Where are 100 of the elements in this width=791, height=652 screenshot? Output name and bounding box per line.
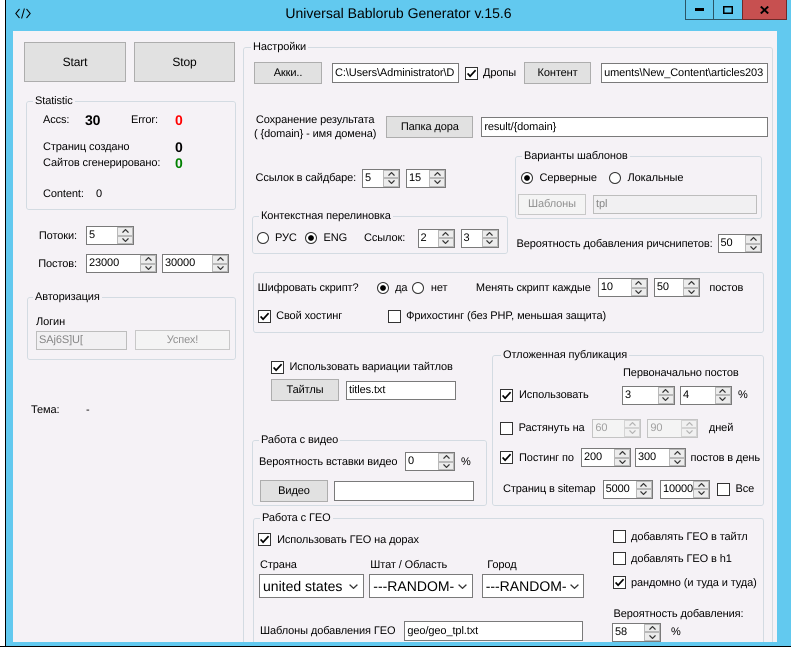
spin-down-button[interactable] xyxy=(383,178,399,186)
number-spinner[interactable]: 10000 xyxy=(660,480,710,498)
spin-up-button[interactable] xyxy=(383,170,399,178)
folder-button[interactable]: Папка дора xyxy=(386,116,474,138)
path-field[interactable]: C:\Users\Administrator\D xyxy=(332,63,459,83)
spin-up-button[interactable] xyxy=(614,449,630,458)
chevron-down-icon xyxy=(434,180,440,184)
field-label: Вероятность добавления: xyxy=(614,606,744,621)
spin-up-button[interactable] xyxy=(140,255,156,264)
dropdown[interactable]: united states xyxy=(259,574,364,598)
spin-down-button[interactable] xyxy=(636,489,652,498)
dropdown[interactable]: ---RANDOM- xyxy=(482,574,584,598)
chevron-up-icon xyxy=(648,626,656,630)
stat-label: Accs: xyxy=(43,113,70,127)
chevron-down-icon xyxy=(349,584,358,589)
path-field[interactable]: titles.txt xyxy=(346,380,456,400)
titles-button[interactable]: Тайтлы xyxy=(271,379,339,401)
spin-up-button[interactable] xyxy=(429,170,445,178)
radio-button[interactable] xyxy=(521,172,533,184)
path-field[interactable]: uments\New_Content\articles203 xyxy=(601,63,768,83)
number-spinner[interactable]: 200 xyxy=(581,448,631,467)
checkbox[interactable] xyxy=(500,388,513,402)
checkbox[interactable] xyxy=(500,451,513,464)
checkbox[interactable] xyxy=(716,482,730,496)
spin-up-button[interactable] xyxy=(482,230,498,238)
radio-button[interactable] xyxy=(412,282,424,294)
spin-up-button[interactable] xyxy=(117,227,133,236)
content-button[interactable]: Контент xyxy=(524,62,592,84)
spin-down-button[interactable] xyxy=(482,238,498,246)
radio-button[interactable] xyxy=(305,232,317,244)
number-spinner[interactable]: 3 xyxy=(622,386,675,404)
spin-down-button[interactable] xyxy=(714,395,731,404)
path-field[interactable]: result/{domain} xyxy=(481,117,768,137)
spin-up-button[interactable] xyxy=(644,624,660,632)
spin-down-button[interactable] xyxy=(693,489,709,498)
spin-down-button[interactable] xyxy=(658,395,674,404)
spin-down-button[interactable] xyxy=(429,178,445,186)
chevron-up-icon xyxy=(628,422,636,426)
chevron-up-icon xyxy=(618,451,626,456)
number-spinner[interactable]: 5 xyxy=(86,226,134,245)
start-button[interactable]: Start xyxy=(24,42,126,82)
chevron-up-icon xyxy=(442,232,449,236)
checkbox[interactable] xyxy=(258,310,271,322)
chevron-down-icon xyxy=(640,491,648,496)
number-spinner[interactable]: 5000 xyxy=(602,480,653,498)
checkbox[interactable] xyxy=(612,576,626,590)
spin-down-button[interactable] xyxy=(438,238,454,246)
dropdown[interactable]: ---RANDOM- xyxy=(369,574,473,598)
chevron-down-icon xyxy=(662,397,670,402)
number-spinner[interactable]: 0 xyxy=(405,452,455,471)
number-spinner[interactable]: 2 xyxy=(418,228,454,248)
number-spinner[interactable]: 5 xyxy=(362,168,400,188)
close-button[interactable] xyxy=(742,0,787,20)
group-title: Настройки xyxy=(252,40,308,54)
theme-label: Тема: xyxy=(31,403,60,417)
radio-button[interactable] xyxy=(256,232,268,244)
field-label: Штат / Область xyxy=(370,558,448,572)
spin-up-button[interactable] xyxy=(683,279,700,288)
field-label: Сохранение результата ( {domain} - имя домена) xyxy=(254,113,376,141)
spin-up-button[interactable] xyxy=(745,235,761,244)
radio-button[interactable] xyxy=(376,282,389,294)
accounts-button[interactable]: Акки.. xyxy=(254,62,322,84)
spin-up-button[interactable] xyxy=(693,480,709,489)
number-spinner[interactable]: 3 xyxy=(460,228,498,248)
number-spinner[interactable]: 23000 xyxy=(86,254,157,273)
spin-up-button[interactable] xyxy=(669,449,685,458)
checkbox[interactable] xyxy=(270,360,284,374)
spin-up-button[interactable] xyxy=(714,386,731,395)
radio-button[interactable] xyxy=(609,172,621,184)
spin-up-button[interactable] xyxy=(438,453,454,462)
number-spinner[interactable]: 10 xyxy=(598,278,648,297)
checkbox[interactable] xyxy=(612,530,626,543)
spin-up-button[interactable] xyxy=(630,279,647,288)
spin-up-button[interactable] xyxy=(636,480,652,489)
path-field[interactable] xyxy=(334,481,474,501)
number-spinner[interactable]: 50 xyxy=(654,278,700,297)
path-field[interactable]: geo/geo_tpl.txt xyxy=(404,620,584,641)
checkbox[interactable] xyxy=(612,552,626,566)
spin-up-button[interactable] xyxy=(658,386,674,395)
number-spinner[interactable]: 30000 xyxy=(162,254,229,273)
spin-up-button[interactable] xyxy=(438,230,454,238)
number-spinner[interactable]: 58 xyxy=(612,622,661,642)
chevron-up-icon xyxy=(216,257,224,262)
spin-up-button[interactable] xyxy=(212,255,228,264)
number-spinner[interactable]: 50 xyxy=(718,234,762,253)
minimize-button[interactable] xyxy=(685,0,714,20)
checkbox[interactable] xyxy=(388,310,401,322)
stop-button[interactable]: Stop xyxy=(134,42,235,82)
video-button[interactable]: Видео xyxy=(260,480,328,502)
stat-value: 30 xyxy=(85,112,100,128)
number-spinner[interactable]: 4 xyxy=(680,386,732,404)
unit-label: % xyxy=(461,454,471,468)
checkbox[interactable] xyxy=(465,66,478,80)
checkbox[interactable] xyxy=(258,533,271,546)
chevron-down-icon xyxy=(688,290,695,294)
number-spinner[interactable]: 15 xyxy=(406,168,446,188)
column-label: Первоначально постов xyxy=(623,366,739,380)
number-spinner[interactable]: 300 xyxy=(635,448,686,467)
spin-down-button[interactable] xyxy=(644,632,660,641)
checkbox-label: Фрихостинг (без PHP, меньшая защита) xyxy=(406,309,606,323)
